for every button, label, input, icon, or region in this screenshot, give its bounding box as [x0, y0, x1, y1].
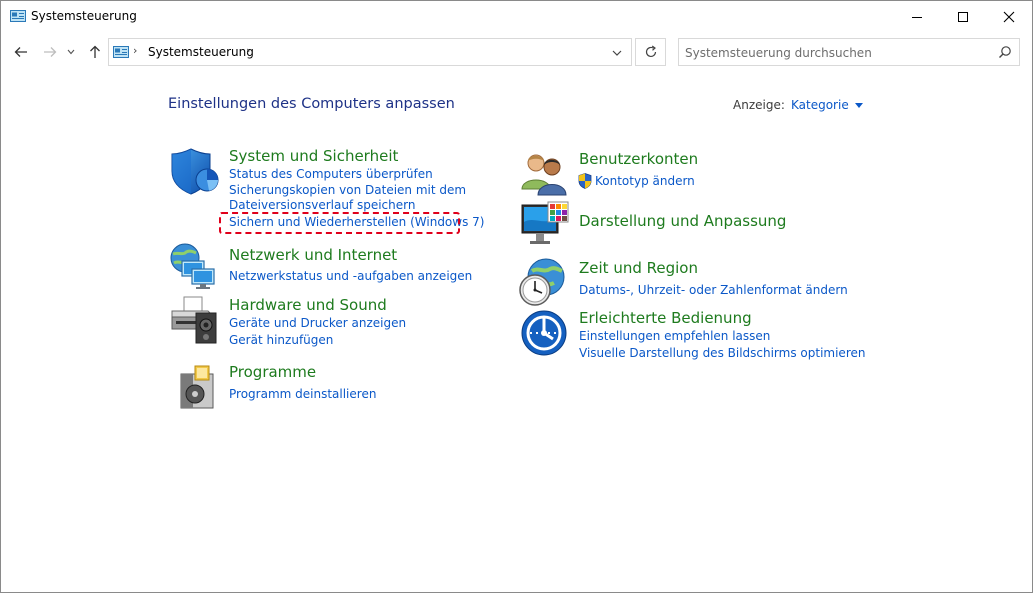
refresh-button[interactable]	[635, 38, 666, 66]
programs-icon[interactable]	[173, 362, 223, 412]
up-button[interactable]	[84, 42, 106, 62]
minimize-button[interactable]	[894, 1, 940, 32]
accessibility-icon[interactable]	[520, 309, 570, 359]
address-dropdown-button[interactable]	[609, 45, 625, 61]
arrow-up-icon	[90, 45, 100, 58]
shield-icon[interactable]	[169, 147, 219, 197]
chevron-down-icon	[612, 50, 622, 56]
control-panel-icon	[10, 10, 26, 22]
printer-icon[interactable]	[168, 295, 218, 345]
recent-locations-button[interactable]	[64, 42, 78, 62]
link-file-history-line2[interactable]: Dateiversionsverlauf speichern	[229, 198, 415, 212]
category-hardware-sound[interactable]: Hardware und Sound	[229, 296, 387, 314]
view-selector[interactable]: Kategorie	[791, 98, 863, 112]
caret-down-icon	[854, 102, 863, 108]
arrow-right-icon	[44, 47, 57, 57]
view-selector-value[interactable]: Kategorie	[791, 98, 849, 112]
maximize-button[interactable]	[940, 1, 986, 32]
back-button[interactable]	[10, 42, 32, 62]
display-icon[interactable]	[520, 200, 570, 250]
page-title: Einstellungen des Computers anpassen	[168, 96, 455, 112]
category-time-region[interactable]: Zeit und Region	[579, 259, 698, 277]
forward-button[interactable]	[39, 42, 61, 62]
link-optimize-display[interactable]: Visuelle Darstellung des Bildschirms opt…	[579, 346, 865, 360]
category-appearance-personalization[interactable]: Darstellung und Anpassung	[579, 212, 786, 230]
link-uninstall-program[interactable]: Programm deinstallieren	[229, 387, 376, 401]
link-network-status[interactable]: Netzwerkstatus und -aufgaben anzeigen	[229, 269, 472, 283]
category-ease-of-access[interactable]: Erleichterte Bedienung	[579, 309, 752, 327]
control-panel-window: Systemsteuerung › Systemsteuerung › Syst…	[0, 0, 1033, 593]
link-add-device[interactable]: Gerät hinzufügen	[229, 333, 333, 347]
chevron-down-icon	[67, 49, 75, 55]
clock-globe-icon[interactable]	[518, 257, 568, 307]
maximize-icon	[958, 11, 968, 22]
link-devices-printers[interactable]: Geräte und Drucker anzeigen	[229, 316, 406, 330]
title-bar: Systemsteuerung	[1, 1, 1032, 32]
search-box[interactable]	[678, 38, 1020, 66]
users-icon[interactable]	[520, 151, 570, 201]
refresh-icon	[645, 45, 656, 58]
chevron-right-icon[interactable]: ›	[133, 44, 137, 57]
search-input[interactable]	[685, 44, 985, 61]
close-button[interactable]	[986, 1, 1032, 32]
category-system-security[interactable]: System und Sicherheit	[229, 147, 398, 165]
breadcrumb-control-panel[interactable]: Systemsteuerung	[148, 45, 254, 59]
close-icon	[1003, 11, 1015, 22]
navigation-bar: › Systemsteuerung ›	[1, 34, 1032, 70]
control-panel-icon	[113, 46, 129, 58]
minimize-icon	[912, 16, 922, 18]
arrow-left-icon	[14, 47, 27, 57]
link-date-time-format[interactable]: Datums-, Uhrzeit- oder Zahlenformat ände…	[579, 283, 848, 297]
category-user-accounts[interactable]: Benutzerkonten	[579, 150, 698, 168]
link-check-computer-status[interactable]: Status des Computers überprüfen	[229, 167, 433, 181]
view-label: Anzeige:	[733, 98, 785, 112]
link-change-account-type[interactable]: Kontotyp ändern	[595, 174, 695, 188]
highlight-box	[219, 212, 460, 234]
search-icon[interactable]	[998, 45, 1012, 59]
address-bar[interactable]: › Systemsteuerung ›	[108, 38, 632, 66]
category-programs[interactable]: Programme	[229, 363, 316, 381]
network-icon[interactable]	[168, 241, 218, 291]
uac-shield-icon	[578, 173, 592, 189]
category-network-internet[interactable]: Netzwerk und Internet	[229, 246, 397, 264]
link-recommend-settings[interactable]: Einstellungen empfehlen lassen	[579, 329, 770, 343]
link-file-history-line1[interactable]: Sicherungskopien von Dateien mit dem	[229, 183, 466, 197]
window-title: Systemsteuerung	[31, 9, 137, 23]
chevron-right-icon[interactable]: ›	[246, 44, 250, 57]
